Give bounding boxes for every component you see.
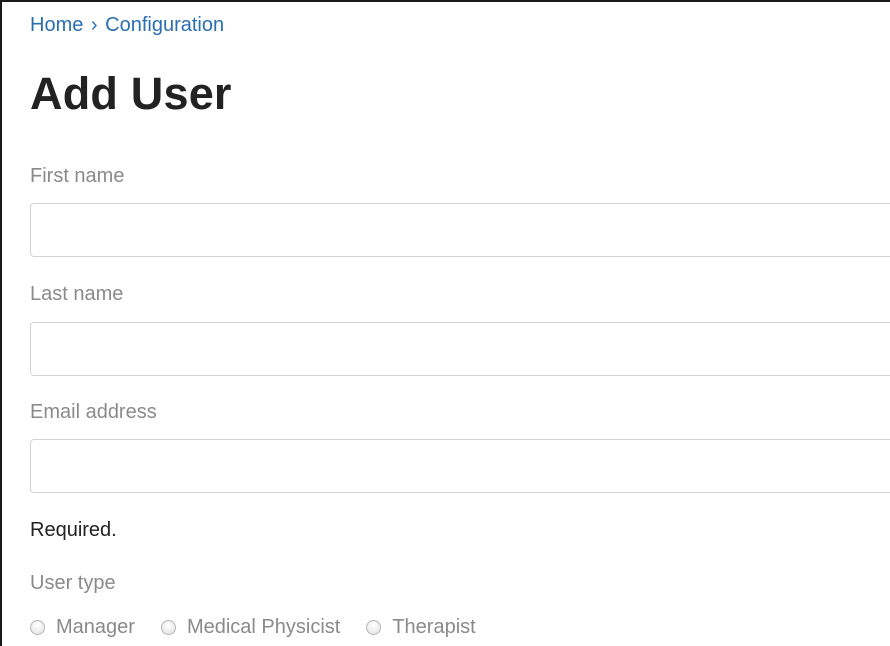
first-name-input[interactable] <box>30 203 890 257</box>
therapist-radio-label[interactable]: Therapist <box>392 616 475 639</box>
user-type-label: User type <box>30 572 116 594</box>
medical-physicist-radio-label[interactable]: Medical Physicist <box>187 616 340 639</box>
user-type-option-manager[interactable]: Manager <box>30 616 135 639</box>
add-user-page: Home › Configuration Add User First name… <box>0 0 890 646</box>
last-name-input[interactable] <box>30 322 890 376</box>
breadcrumb-configuration-link[interactable]: Configuration <box>105 14 224 36</box>
last-name-label: Last name <box>30 283 124 305</box>
therapist-radio[interactable] <box>366 620 382 635</box>
medical-physicist-radio[interactable] <box>160 620 176 635</box>
breadcrumb: Home › Configuration <box>30 14 224 37</box>
email-address-input[interactable] <box>30 439 890 493</box>
required-message: Required. <box>30 519 117 541</box>
first-name-label: First name <box>30 165 125 187</box>
user-type-option-therapist[interactable]: Therapist <box>366 616 476 639</box>
email-address-label: Email address <box>30 401 157 423</box>
manager-radio[interactable] <box>30 620 45 635</box>
breadcrumb-home-link[interactable]: Home <box>30 14 83 36</box>
user-type-option-medical-physicist[interactable]: Medical Physicist <box>160 616 340 639</box>
breadcrumb-separator: › <box>90 14 98 36</box>
page-title: Add User <box>30 68 232 119</box>
manager-radio-label[interactable]: Manager <box>56 616 135 639</box>
user-type-radio-group: Manager Medical Physicist Therapist <box>30 616 502 639</box>
